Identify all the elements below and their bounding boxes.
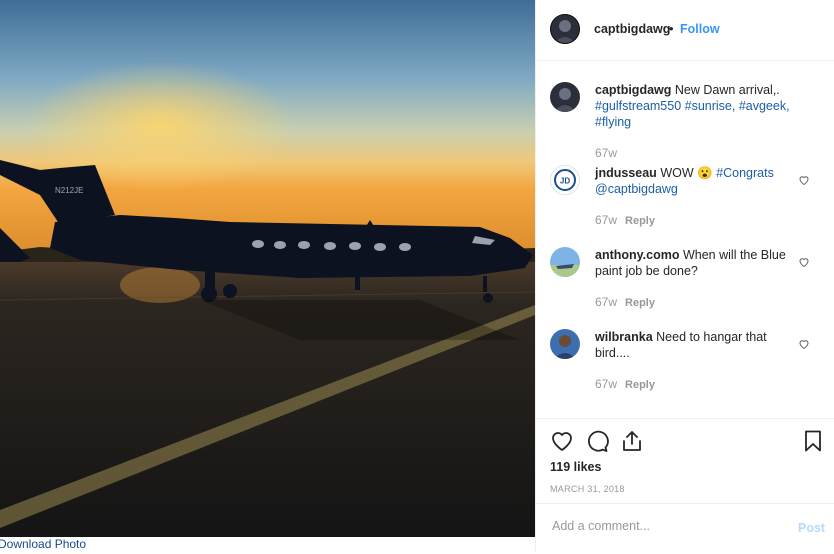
like-comment-heart-icon[interactable] [798,173,810,186]
comment-username[interactable]: wilbranka [595,330,653,344]
list-item: wilbranka Need to hangar that bird.... 6… [550,329,810,399]
jet-sunrise-image: N212JE [0,0,535,537]
comment-meta: 67w Reply [595,377,655,391]
comment-meta: 67w Reply [595,213,655,227]
comments-list[interactable]: captbigdawg New Dawn arrival,. #gulfstre… [536,61,834,418]
header-username[interactable]: captbigdawg [594,22,670,36]
comment-input[interactable] [550,518,774,534]
caption-hashtags[interactable]: #gulfstream550 #sunrise, #avgeek, #flyin… [595,99,790,129]
comment-text: wilbranka Need to hangar that bird.... [595,329,795,361]
header-separator: • [669,21,674,36]
tail-number: N212JE [55,186,83,195]
post-date: MARCH 31, 2018 [550,484,625,494]
bookmark-icon[interactable] [801,429,825,458]
like-comment-heart-icon[interactable] [798,255,810,268]
caption-message: New Dawn arrival,. [674,83,780,97]
comment-username[interactable]: jndusseau [595,166,657,180]
svg-text:JD: JD [560,177,570,186]
caption-username[interactable]: captbigdawg [595,83,671,97]
post-header: captbigdawg • Follow [536,0,834,61]
comment-meta: 67w Reply [595,295,655,309]
avatar[interactable] [550,247,580,277]
like-comment-heart-icon[interactable] [798,337,810,350]
caption-time: 67w [595,146,618,160]
comment-username[interactable]: anthony.como [595,248,680,262]
heart-icon[interactable] [550,429,574,458]
comment-time: 67w [595,295,618,309]
download-photo-link[interactable]: Download Photo [0,537,86,551]
comment-message: WOW 😮 [660,166,713,180]
caption-text: captbigdawg New Dawn arrival,. #gulfstre… [595,82,795,130]
avatar[interactable] [550,82,580,112]
list-item: anthony.como When will the Blue paint jo… [550,247,810,317]
reply-button[interactable]: Reply [625,215,655,227]
post-button[interactable]: Post [798,521,825,535]
post-photo[interactable]: N212JE [0,0,535,537]
avatar[interactable] [550,329,580,359]
comment-time: 67w [595,377,618,391]
comment-icon[interactable] [585,429,609,458]
comment-time: 67w [595,213,618,227]
reply-button[interactable]: Reply [625,379,655,391]
comment-text: jndusseau WOW 😮 #Congrats @captbigdawg [595,165,795,197]
caption: captbigdawg New Dawn arrival,. #gulfstre… [550,82,810,162]
avatar[interactable]: JD [550,165,580,195]
follow-button[interactable]: Follow [680,22,720,36]
likes-count[interactable]: 119 likes [550,460,601,474]
comment-text: anthony.como When will the Blue paint jo… [595,247,795,279]
add-comment-bar: Post [536,503,834,554]
reply-button[interactable]: Reply [625,297,655,309]
post-sidebar: captbigdawg • Follow captbigdawg New Daw… [535,0,834,553]
post-actions: 119 likes MARCH 31, 2018 [536,418,834,504]
list-item: JD jndusseau WOW 😮 #Congrats @captbigdaw… [550,165,810,235]
share-icon[interactable] [620,429,644,458]
avatar[interactable] [550,14,580,44]
